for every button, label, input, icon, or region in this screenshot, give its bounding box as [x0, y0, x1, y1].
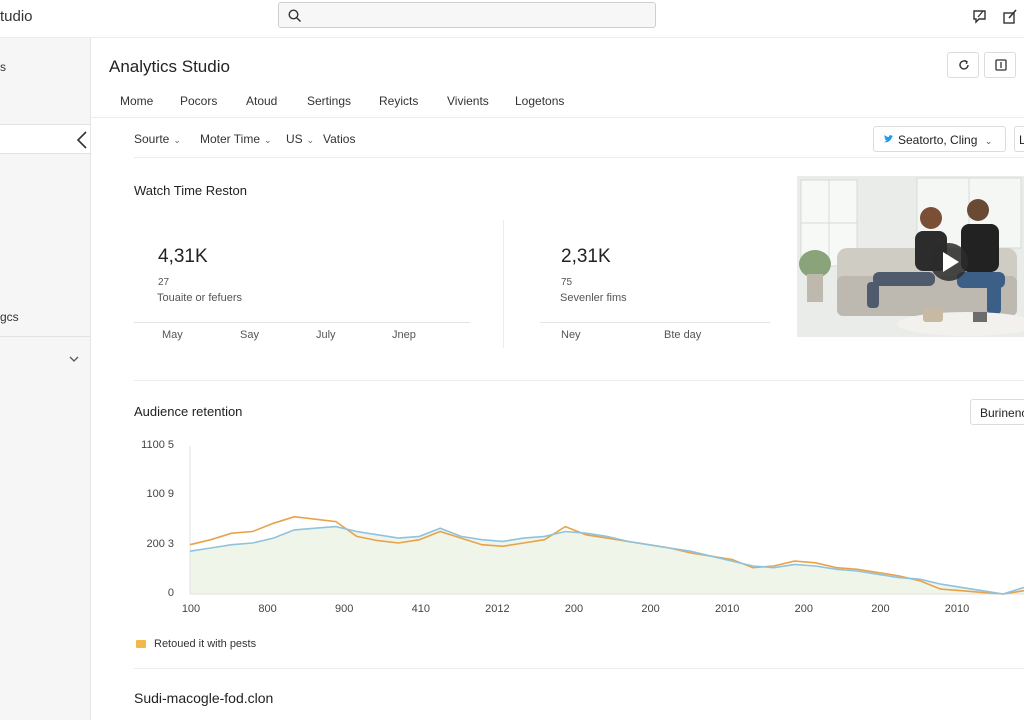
bottom-divider [134, 668, 1024, 669]
legend-swatch [136, 640, 146, 648]
legend-label: Retoued it with pests [154, 638, 257, 650]
bottom-section-title: Sudi-macogle-fod.clon [134, 690, 274, 706]
retention-chart [189, 446, 1024, 595]
